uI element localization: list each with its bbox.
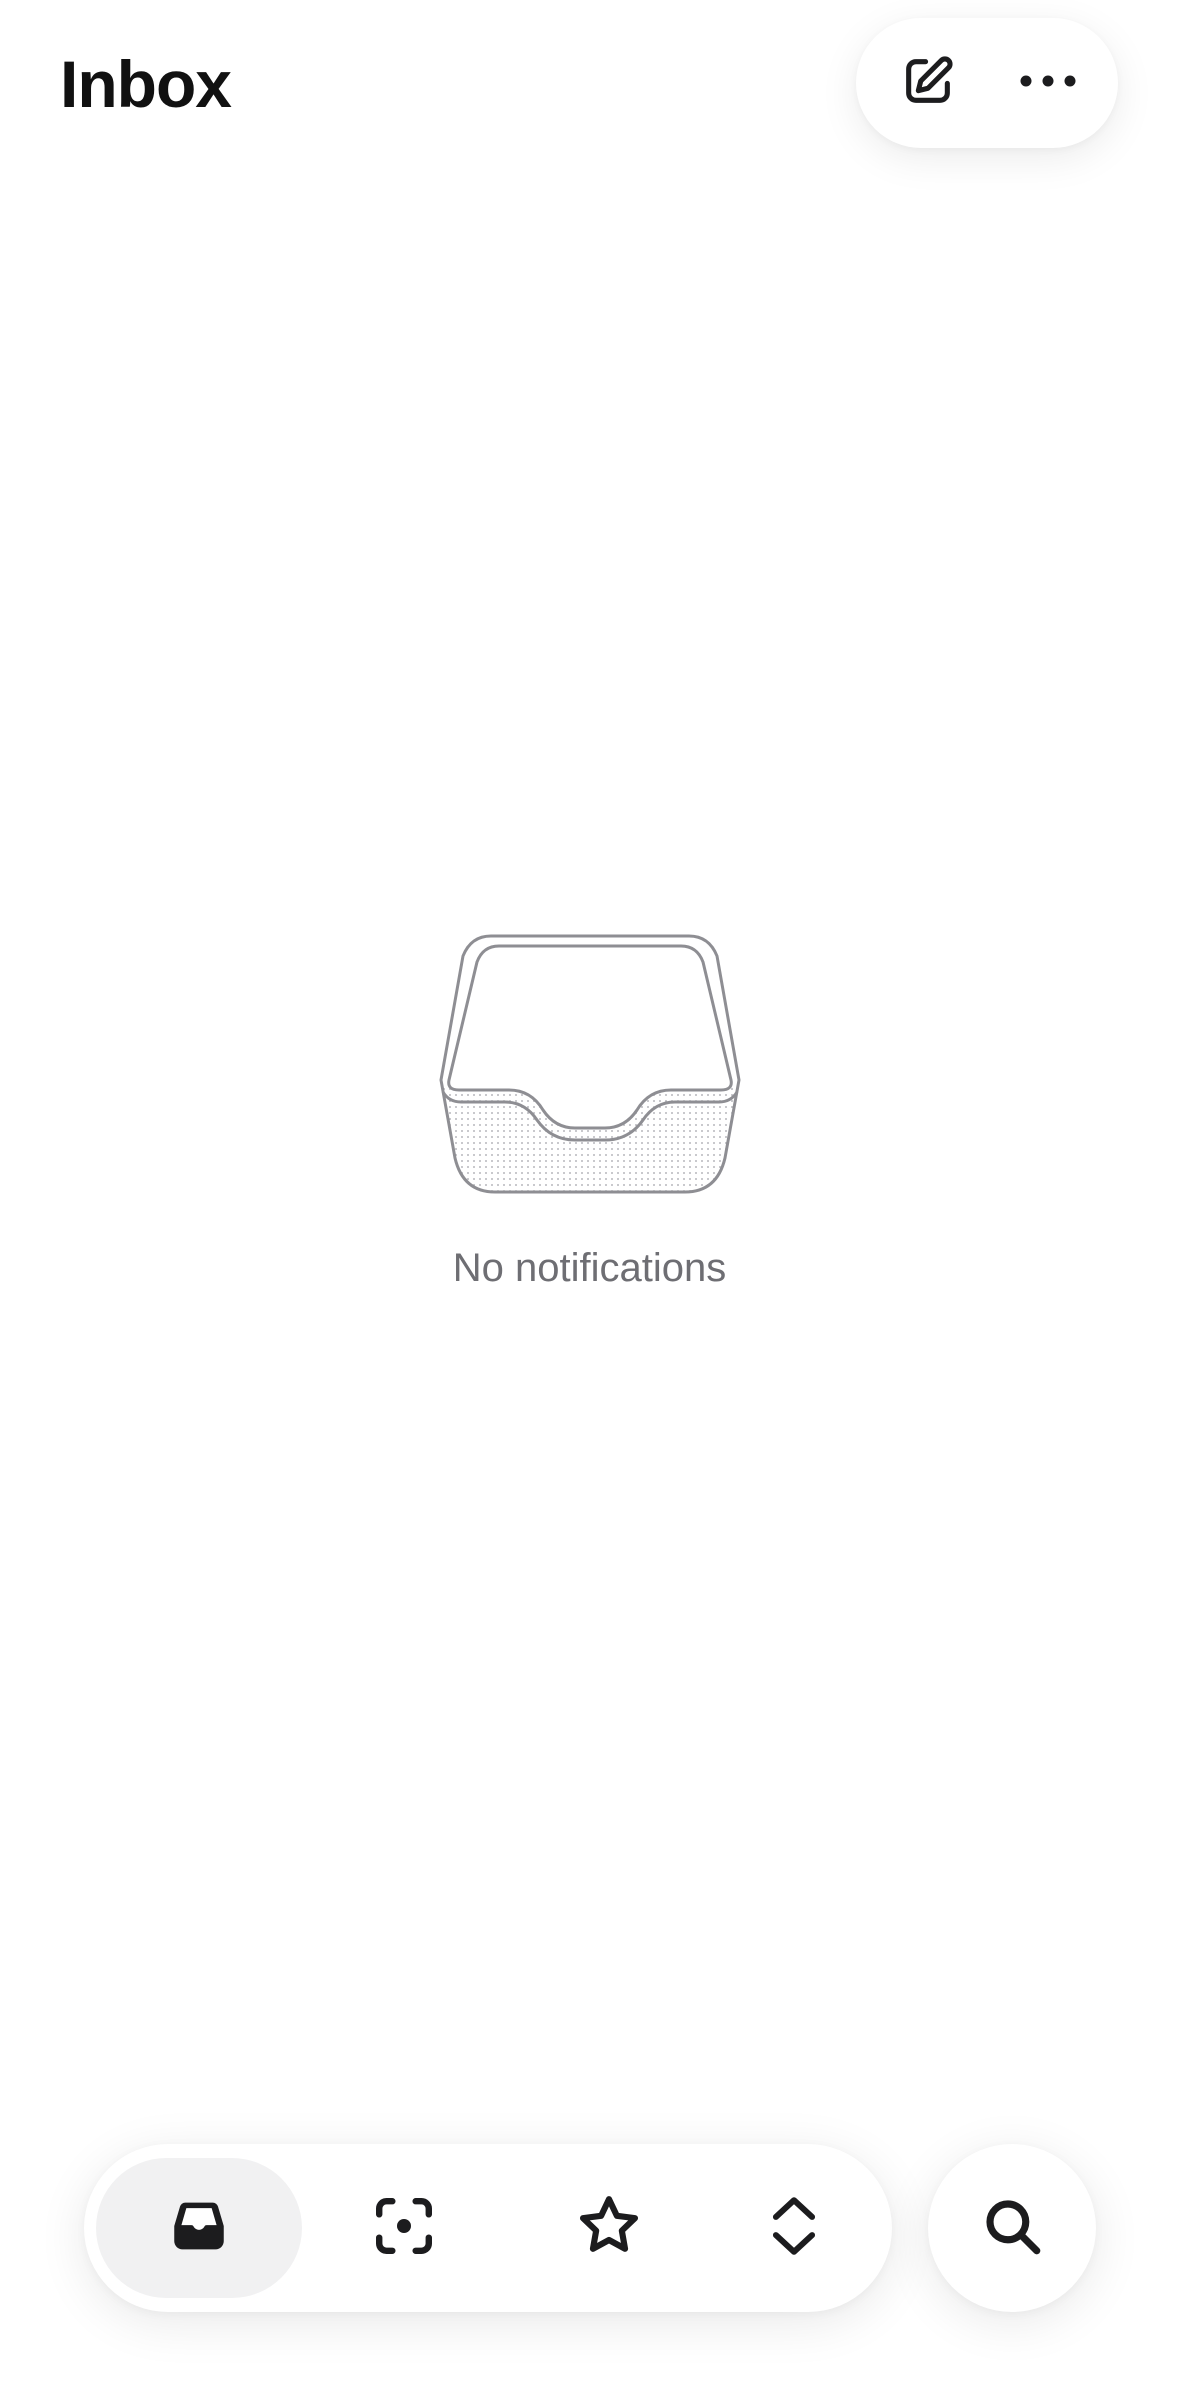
compose-button[interactable]: [892, 47, 964, 119]
tab-bar: [84, 2144, 892, 2312]
search-button[interactable]: [928, 2144, 1096, 2312]
compose-icon: [899, 52, 957, 115]
tab-inbox[interactable]: [96, 2158, 302, 2298]
search-icon: [979, 2193, 1045, 2264]
more-horizontal-icon: [1016, 71, 1080, 96]
tab-starred[interactable]: [529, 2158, 689, 2298]
inbox-icon: [166, 2193, 232, 2264]
tab-scan[interactable]: [324, 2158, 484, 2298]
inbox-tray-illustration: [435, 930, 745, 1205]
empty-state: No notifications: [0, 930, 1179, 1293]
scan-focus-icon: [369, 2191, 439, 2266]
chevron-up-down-icon: [763, 2191, 825, 2266]
page-title: Inbox: [60, 47, 232, 121]
more-button[interactable]: [1012, 47, 1084, 119]
star-icon: [574, 2191, 644, 2266]
empty-state-message: No notifications: [452, 1246, 727, 1290]
inbox-screen: Inbox No notifications: [0, 0, 1179, 2396]
header-actions: [856, 18, 1118, 148]
tab-switch[interactable]: [714, 2158, 874, 2298]
